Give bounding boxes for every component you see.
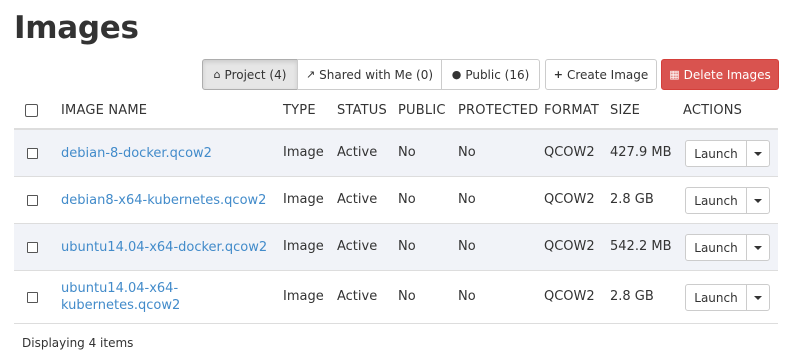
image-size: 542.2 MB [610, 239, 672, 254]
image-status: Active [337, 289, 378, 304]
chevron-down-icon [754, 151, 762, 156]
image-format: QCOW2 [544, 145, 595, 160]
actions-dropdown-toggle[interactable] [746, 234, 770, 261]
row-actions: Launch [685, 284, 770, 311]
image-protected: No [458, 239, 476, 254]
table-row: debian-8-docker.qcow2 Image Active No No… [14, 130, 778, 177]
column-header-size[interactable]: Size [610, 103, 640, 118]
filter-shared-button[interactable]: ↗ Shared with Me (0) [297, 59, 442, 90]
image-public: No [398, 145, 416, 160]
create-image-button[interactable]: + Create Image [545, 59, 657, 90]
column-header-actions: Actions [683, 102, 743, 118]
table-header: Image Name Type Status Public Protected … [14, 92, 778, 130]
plus-icon: + [553, 68, 563, 81]
filter-project-label: Project (4) [224, 67, 287, 82]
page-title: Images [14, 10, 139, 46]
chevron-down-icon [754, 295, 762, 300]
image-status: Active [337, 239, 378, 254]
filter-shared-label: Shared with Me (0) [319, 67, 434, 82]
image-type: Image [283, 239, 324, 254]
image-type: Image [283, 145, 324, 160]
images-table: Image Name Type Status Public Protected … [14, 92, 778, 324]
filter-public-label: Public (16) [465, 67, 530, 82]
image-format: QCOW2 [544, 239, 595, 254]
image-toolbar: ⌂ Project (4) ↗ Shared with Me (0) ● Pub… [202, 59, 779, 90]
table-row: debian8-x64-kubernetes.qcow2 Image Activ… [14, 177, 778, 224]
image-format: QCOW2 [544, 192, 595, 207]
image-size: 427.9 MB [610, 145, 672, 160]
image-status: Active [337, 192, 378, 207]
image-name-link[interactable]: ubuntu14.04-x64-kubernetes.qcow2 [61, 280, 221, 314]
row-checkbox[interactable] [27, 195, 38, 206]
row-checkbox[interactable] [27, 242, 38, 253]
image-name-link[interactable]: ubuntu14.04-x64-docker.qcow2 [61, 239, 267, 256]
visibility-filter-group: ⌂ Project (4) ↗ Shared with Me (0) ● Pub… [202, 59, 540, 90]
column-header-name[interactable]: Image Name [61, 103, 147, 118]
delete-images-label: Delete Images [683, 67, 771, 82]
image-protected: No [458, 289, 476, 304]
image-type: Image [283, 289, 324, 304]
image-size: 2.8 GB [610, 289, 654, 304]
users-icon: ● [451, 68, 462, 81]
column-header-public[interactable]: Public [398, 103, 446, 118]
actions-dropdown-toggle[interactable] [746, 140, 770, 167]
image-status: Active [337, 145, 378, 160]
chevron-down-icon [754, 198, 762, 203]
image-type: Image [283, 192, 324, 207]
table-row: ubuntu14.04-x64-docker.qcow2 Image Activ… [14, 224, 778, 271]
row-actions: Launch [685, 234, 770, 261]
image-format: QCOW2 [544, 289, 595, 304]
filter-public-button[interactable]: ● Public (16) [441, 59, 540, 90]
column-header-protected[interactable]: Protected [458, 103, 538, 118]
image-name-link[interactable]: debian8-x64-kubernetes.qcow2 [61, 192, 266, 209]
chevron-down-icon [754, 245, 762, 250]
image-protected: No [458, 145, 476, 160]
launch-button[interactable]: Launch [685, 140, 747, 167]
delete-images-button[interactable]: ▦ Delete Images [661, 59, 779, 90]
image-protected: No [458, 192, 476, 207]
filter-project-button[interactable]: ⌂ Project (4) [202, 59, 298, 90]
image-name-link[interactable]: debian-8-docker.qcow2 [61, 145, 212, 162]
home-icon: ⌂ [213, 68, 221, 81]
image-public: No [398, 192, 416, 207]
column-header-type[interactable]: Type [283, 103, 316, 118]
launch-button[interactable]: Launch [685, 187, 747, 214]
launch-button[interactable]: Launch [685, 284, 747, 311]
actions-dropdown-toggle[interactable] [746, 187, 770, 214]
row-actions: Launch [685, 187, 770, 214]
image-public: No [398, 289, 416, 304]
image-public: No [398, 239, 416, 254]
create-image-label: Create Image [566, 67, 649, 82]
table-row: ubuntu14.04-x64-kubernetes.qcow2 Image A… [14, 271, 778, 324]
image-size: 2.8 GB [610, 192, 654, 207]
actions-dropdown-toggle[interactable] [746, 284, 770, 311]
column-header-status[interactable]: Status [337, 103, 387, 118]
row-checkbox[interactable] [27, 292, 38, 303]
share-icon: ↗ [305, 68, 316, 81]
trash-icon: ▦ [669, 68, 680, 81]
row-actions: Launch [685, 140, 770, 167]
launch-button[interactable]: Launch [685, 234, 747, 261]
column-header-format[interactable]: Format [544, 103, 599, 118]
row-checkbox[interactable] [27, 148, 38, 159]
item-count: Displaying 4 items [22, 336, 134, 350]
select-all-checkbox[interactable] [25, 104, 38, 117]
